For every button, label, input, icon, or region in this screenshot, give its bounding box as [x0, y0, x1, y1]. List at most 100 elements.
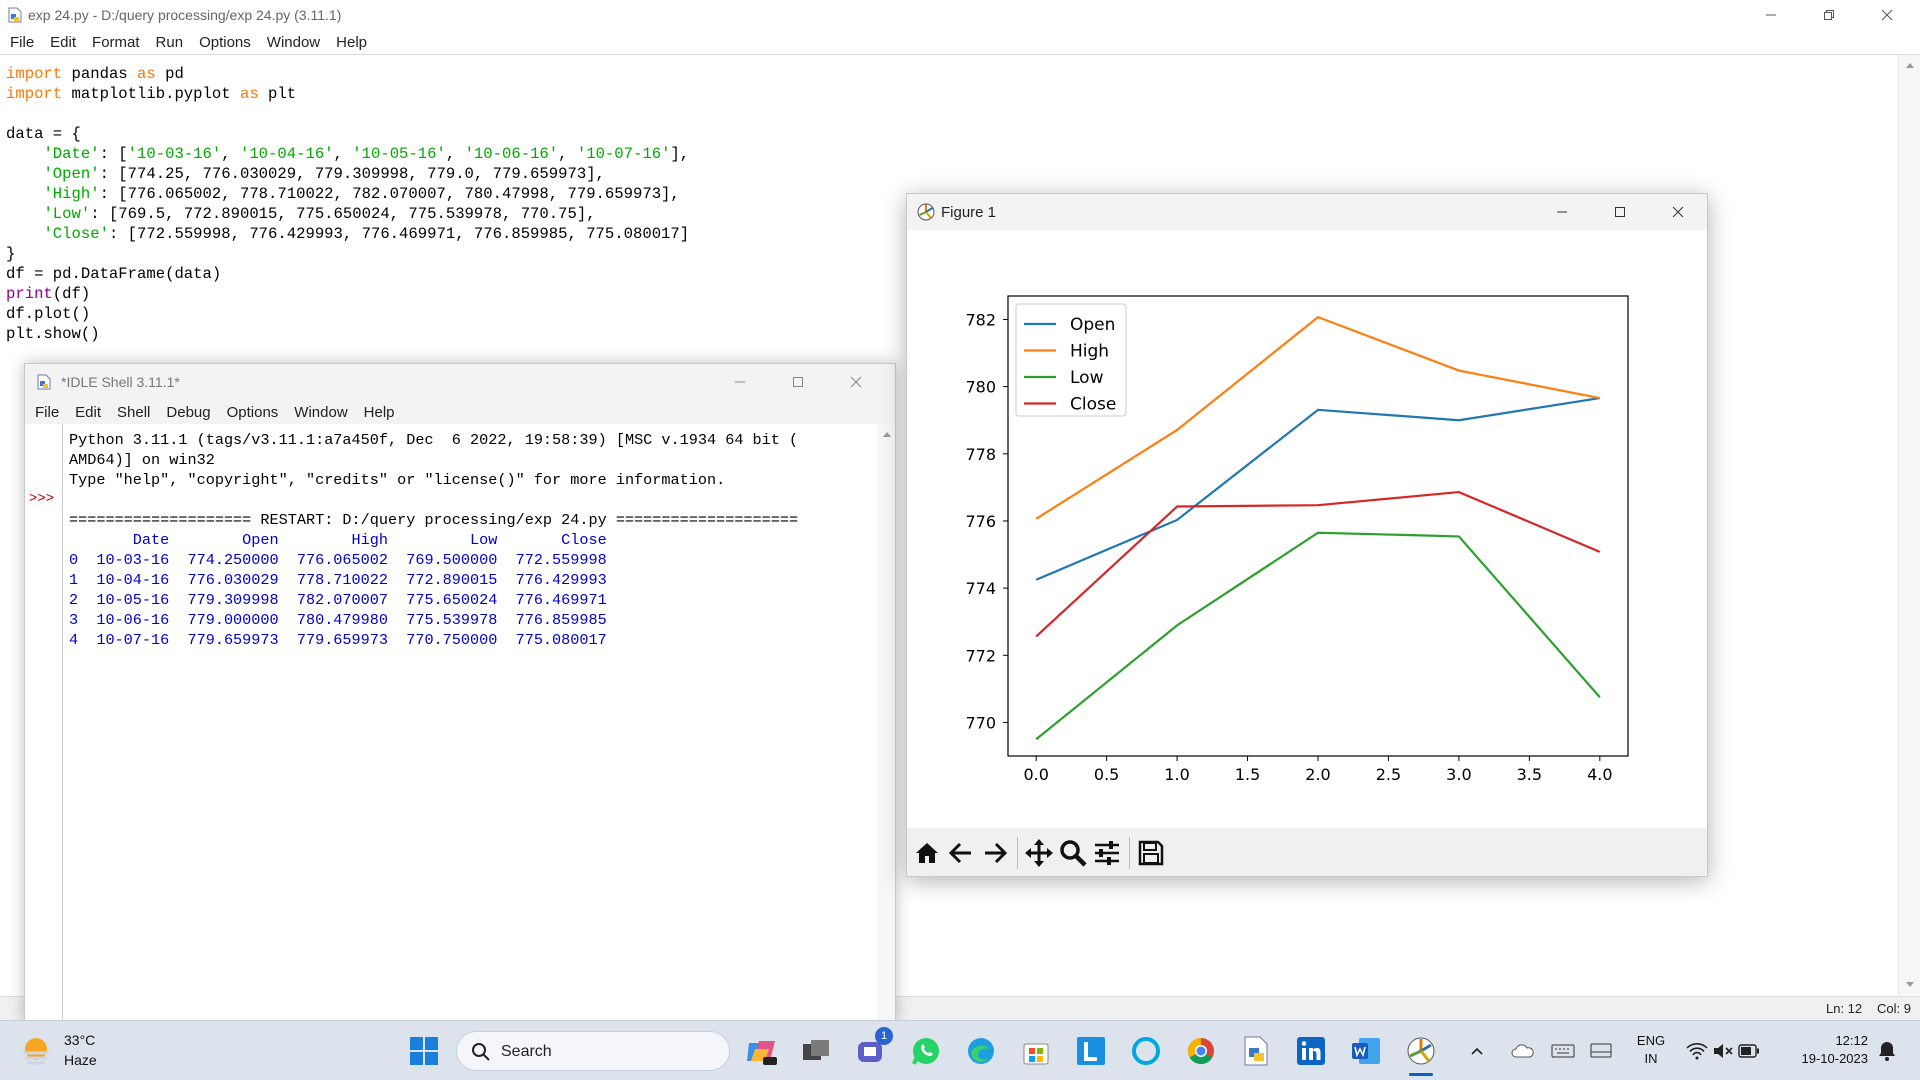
matplotlib-icon [1407, 1037, 1435, 1065]
show-hidden-icons-button[interactable] [1462, 1031, 1492, 1071]
forward-button[interactable] [979, 837, 1011, 869]
keyboard-button[interactable] [1548, 1031, 1578, 1071]
scroll-up-icon[interactable] [877, 426, 896, 442]
home-button[interactable] [911, 837, 943, 869]
chrome-app[interactable] [1181, 1031, 1221, 1071]
weather-temperature: 33°C [64, 1032, 96, 1048]
figure-title-bar: Figure 1 [907, 194, 1707, 230]
shell-maximize-button[interactable] [769, 367, 827, 397]
monitor-icon [1590, 1043, 1612, 1058]
pan-button[interactable] [1023, 837, 1055, 869]
editor-scrollbar[interactable] [1898, 55, 1920, 995]
save-button[interactable] [1135, 837, 1167, 869]
x-tick-label: 1.0 [1164, 765, 1189, 784]
editor-menu-run[interactable]: Run [148, 34, 192, 51]
store-app[interactable] [1016, 1031, 1056, 1071]
start-button[interactable] [404, 1031, 444, 1071]
shell-menu-window[interactable]: Window [286, 404, 355, 421]
toolbar-separator [1017, 837, 1018, 869]
editor-menu-window[interactable]: Window [259, 34, 328, 51]
minimize-icon [1766, 14, 1776, 16]
whatsapp-app[interactable] [906, 1031, 946, 1071]
editor-menu-file[interactable]: File [2, 34, 42, 51]
y-tick-label: 776 [965, 512, 996, 531]
shell-output[interactable]: Python 3.11.1 (tags/v3.11.1:a7a450f, Dec… [63, 424, 875, 1022]
editor-menubar: File Edit Format Run Options Window Help [0, 30, 1920, 54]
code-line: df.plot() [6, 305, 91, 323]
code-line: } [6, 245, 16, 263]
x-tick-label: 0.5 [1094, 765, 1119, 784]
shell-prompt-gutter: >>> [25, 424, 63, 1022]
scroll-down-icon[interactable] [1899, 977, 1920, 993]
shell-minimize-button[interactable] [711, 367, 769, 397]
configure-subplots-icon [1095, 841, 1119, 865]
close-icon [850, 376, 862, 388]
y-tick-label: 770 [965, 713, 996, 732]
y-tick-label: 778 [965, 445, 996, 464]
scroll-up-icon[interactable] [1899, 57, 1920, 73]
x-tick-label: 2.5 [1376, 765, 1401, 784]
configure-subplots-button[interactable] [1091, 837, 1123, 869]
notifications-button[interactable] [1872, 1031, 1902, 1071]
edge-app[interactable] [961, 1031, 1001, 1071]
zoom-button[interactable] [1057, 837, 1089, 869]
home-icon [916, 843, 938, 863]
matplotlib-figure-window: Figure 1 0.0 0.5 1.0 1.5 2.0 2.5 3.0 3.5 4.0 770 7… [906, 193, 1708, 877]
code-line: import matplotlib.pyplot as plt [6, 85, 297, 103]
shell-menu-shell[interactable]: Shell [109, 404, 158, 421]
editor-menu-options[interactable]: Options [191, 34, 259, 51]
restore-icon [1824, 10, 1834, 20]
figure-canvas[interactable]: 0.0 0.5 1.0 1.5 2.0 2.5 3.0 3.5 4.0 770 772 774 776 7… [907, 230, 1707, 826]
search-label: Search [501, 1043, 552, 1060]
code-line: plt.show() [6, 325, 100, 343]
figure-close-button[interactable] [1649, 197, 1707, 227]
code-line: data = { [6, 125, 81, 143]
matplotlib-figure-app[interactable] [1401, 1031, 1441, 1076]
back-button[interactable] [945, 837, 977, 869]
shell-menu-options[interactable]: Options [219, 404, 287, 421]
close-button[interactable] [1858, 0, 1916, 30]
onedrive-button[interactable] [1508, 1031, 1538, 1071]
close-icon [1881, 9, 1893, 21]
figure-minimize-button[interactable] [1533, 197, 1591, 227]
teams-app[interactable]: 1 [851, 1027, 893, 1071]
line-indicator: Ln: 12 [1826, 1001, 1863, 1016]
code-line: 'Close': [772.559998, 776.429993, 776.46… [43, 225, 690, 243]
shell-scrollbar[interactable] [877, 424, 896, 1022]
task-view-icon [803, 1040, 829, 1060]
display-button[interactable] [1586, 1031, 1616, 1071]
shell-menu-help[interactable]: Help [356, 404, 403, 421]
active-app-indicator [1409, 1073, 1433, 1076]
shell-menubar: File Edit Shell Debug Options Window Help [25, 400, 895, 424]
idle-shell-window: *IDLE Shell 3.11.1* File Edit Shell Debug Op… [24, 363, 896, 1023]
shell-close-button[interactable] [827, 367, 885, 397]
zoom-icon [1060, 840, 1087, 867]
word-icon [1352, 1038, 1380, 1064]
figure-title: Figure 1 [941, 204, 997, 221]
editor-menu-help[interactable]: Help [328, 34, 375, 51]
editor-menu-edit[interactable]: Edit [42, 34, 84, 51]
shell-menu-edit[interactable]: Edit [67, 404, 109, 421]
taskbar-search-box[interactable]: Search [456, 1031, 730, 1071]
language-indicator[interactable]: ENG IN [1630, 1033, 1672, 1066]
minimize-button[interactable] [1742, 0, 1800, 30]
alexa-app[interactable] [1126, 1031, 1166, 1071]
copilot-app[interactable] [741, 1031, 781, 1071]
back-arrow-icon [948, 842, 971, 864]
python-file-icon [37, 374, 51, 390]
linkedin-app[interactable] [1291, 1031, 1331, 1071]
restore-button[interactable] [1800, 0, 1858, 30]
python-file-app[interactable] [1236, 1031, 1276, 1071]
shell-menu-file[interactable]: File [27, 404, 67, 421]
code-line: df = pd.DataFrame(data) [6, 265, 222, 283]
shell-title: *IDLE Shell 3.11.1* [61, 374, 180, 390]
clock[interactable]: 12:12 19-10-2023 [1774, 1033, 1869, 1066]
editor-menu-format[interactable]: Format [84, 34, 148, 51]
task-view-app[interactable] [796, 1031, 836, 1071]
quick-settings-button[interactable] [1682, 1031, 1766, 1071]
word-app[interactable] [1346, 1031, 1386, 1071]
shell-menu-debug[interactable]: Debug [158, 404, 218, 421]
weather-widget[interactable] [18, 1033, 58, 1069]
lens-app[interactable] [1071, 1031, 1111, 1071]
figure-maximize-button[interactable] [1591, 197, 1649, 227]
